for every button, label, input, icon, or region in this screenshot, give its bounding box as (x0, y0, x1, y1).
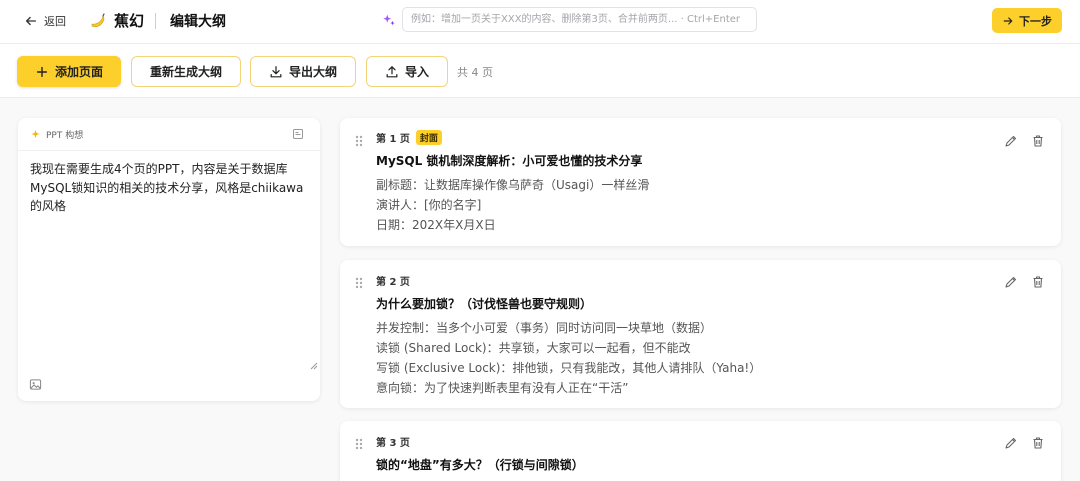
edit-icon[interactable] (1004, 134, 1018, 148)
page-title: MySQL 锁机制深度解析：小可爱也懂的技术分享 (376, 154, 643, 168)
arrow-right-icon (1003, 16, 1013, 25)
page-number-label: 第 2 页 (376, 277, 410, 288)
banana-icon (91, 12, 105, 27)
trash-icon[interactable] (1031, 436, 1045, 450)
page-count: 共 4 页 (457, 66, 493, 79)
page-card-2[interactable]: 第 2 页 为什么要加锁？（讨伐怪兽也要守规则） 并发控制：当多个小可爱（事务）… (340, 260, 1061, 408)
content-line: 演讲人：[你的名字] (376, 198, 482, 212)
title-divider (155, 13, 156, 29)
upload-icon (386, 65, 398, 77)
page-title: 编辑大纲 (170, 14, 226, 30)
content-line: 写锁 (Exclusive Lock)：排他锁，只有我能改，其他人请排队（Yah… (376, 361, 762, 375)
back-label: 返回 (44, 15, 66, 28)
brand-name: 蕉幻 (114, 12, 145, 30)
arrow-left-icon (25, 16, 37, 26)
next-step-label: 下一步 (1019, 14, 1052, 28)
regenerate-outline-label: 重新生成大纲 (149, 65, 222, 79)
app-logo[interactable]: 蕉幻 (88, 10, 144, 31)
plus-icon (36, 66, 48, 77)
page-number: 第 1 页 封面 (376, 130, 442, 145)
regenerate-outline-button[interactable]: 重新生成大纲 (131, 56, 241, 87)
edit-icon[interactable] (1004, 275, 1018, 289)
ppt-idea-panel: PPT 构想 我现在需要生成4个页的PPT，内容是关于数据库MySQL锁知识的相… (18, 118, 320, 401)
page-card-1[interactable]: 第 1 页 封面 MySQL 锁机制深度解析：小可爱也懂的技术分享 副标题：让数… (340, 118, 1061, 246)
page-number: 第 2 页 (376, 273, 410, 288)
content-line: 日期：202X年X月X日 (376, 218, 496, 232)
trash-icon[interactable] (1031, 134, 1045, 148)
content-line: 读锁 (Shared Lock)：共享锁，大家可以一起看，但不能改 (376, 341, 691, 355)
cover-badge: 封面 (415, 130, 442, 145)
sparkle-icon (383, 14, 395, 26)
page-number-label: 第 3 页 (376, 438, 410, 449)
add-page-label: 添加页面 (54, 65, 103, 79)
ppt-idea-heading: PPT 构想 (30, 128, 83, 141)
ppt-idea-label: PPT 构想 (46, 131, 84, 141)
sparkle-icon (31, 129, 40, 139)
ai-instruction-input[interactable] (402, 7, 757, 32)
document-icon[interactable] (292, 128, 304, 140)
back-button[interactable]: 返回 (24, 12, 66, 30)
prompt-textarea[interactable]: 我现在需要生成4个页的PPT，内容是关于数据库MySQL锁知识的相关的技术分享，… (30, 160, 310, 216)
page-title: 为什么要加锁？（讨伐怪兽也要守规则） (376, 297, 593, 311)
page-content: 副标题：让数据库操作像乌萨奇（Usagi）一样丝滑 演讲人：[你的名字] 日期：… (376, 175, 649, 235)
resize-handle-icon[interactable] (308, 360, 318, 370)
trash-icon[interactable] (1031, 275, 1045, 289)
page-title: 锁的“地盘”有多大？（行锁与间隙锁） (376, 458, 584, 472)
image-upload-icon[interactable] (29, 378, 42, 391)
edit-icon[interactable] (1004, 436, 1018, 450)
add-page-button[interactable]: 添加页面 (17, 56, 121, 87)
drag-handle-icon[interactable] (354, 437, 364, 451)
import-button[interactable]: 导入 (366, 56, 448, 87)
page-number-label: 第 1 页 (376, 134, 410, 145)
content-line: 意向锁：为了快速判断表里有没有人正在“干活” (376, 381, 629, 395)
panel-divider (18, 150, 320, 151)
next-step-button[interactable]: 下一步 (992, 8, 1062, 33)
top-bar: 返回 蕉幻 编辑大纲 下一步 (0, 0, 1080, 44)
page-content: 并发控制：当多个小可爱（事务）同时访问同一块草地（数据） 读锁 (Shared … (376, 318, 761, 398)
toolbar: 添加页面 重新生成大纲 导出大纲 导入 共 4 页 (0, 44, 1080, 98)
export-outline-button[interactable]: 导出大纲 (250, 56, 356, 87)
download-icon (270, 65, 282, 77)
page-card-3[interactable]: 第 3 页 锁的“地盘”有多大？（行锁与间隙锁） (340, 421, 1061, 481)
import-label: 导入 (404, 65, 429, 79)
content-line: 并发控制：当多个小可爱（事务）同时访问同一块草地（数据） (376, 321, 713, 335)
drag-handle-icon[interactable] (354, 276, 364, 290)
content-line: 副标题：让数据库操作像乌萨奇（Usagi）一样丝滑 (376, 178, 650, 192)
drag-handle-icon[interactable] (354, 134, 364, 148)
export-outline-label: 导出大纲 (288, 65, 337, 79)
page-number: 第 3 页 (376, 434, 410, 449)
